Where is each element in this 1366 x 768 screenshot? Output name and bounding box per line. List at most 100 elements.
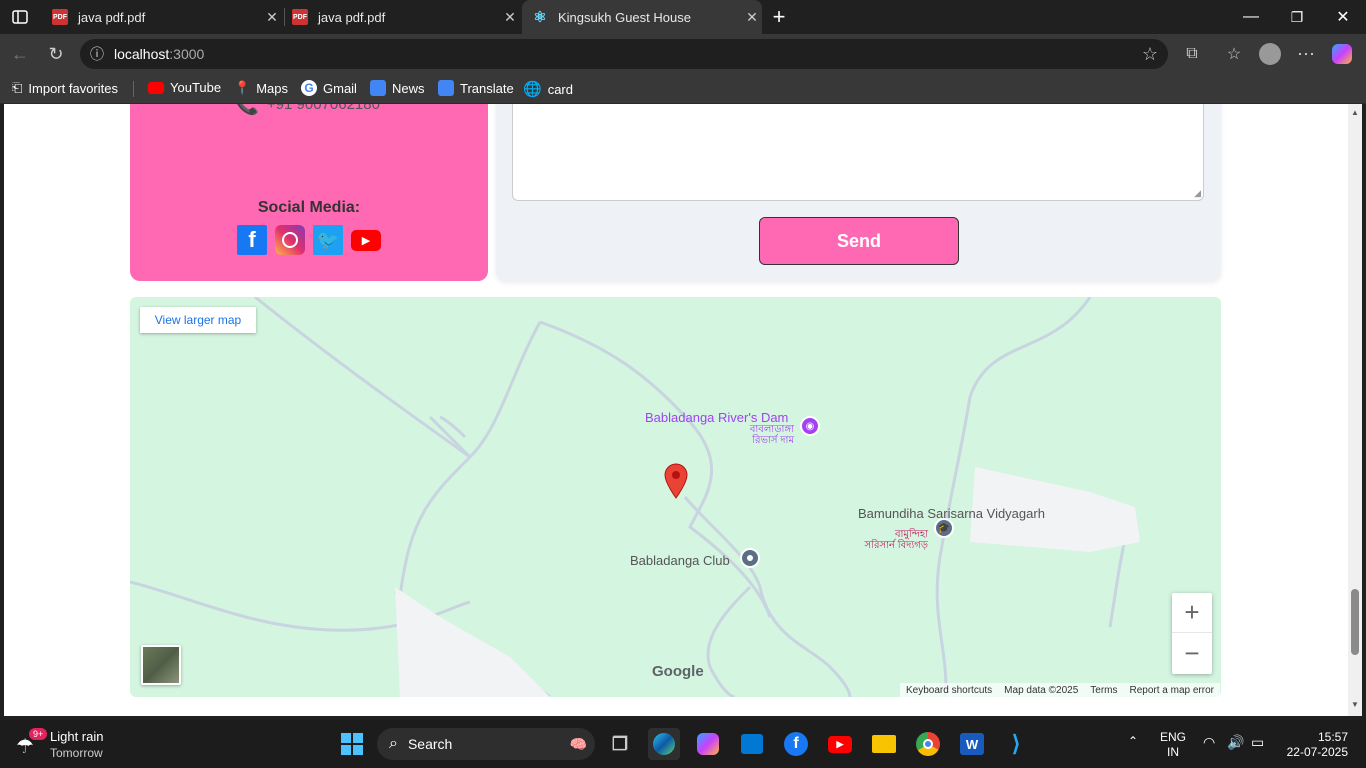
phone-icon: 📞 [234,104,259,116]
taskbar-search[interactable]: ⌕ Search 🧠 [377,728,595,760]
more-menu-icon[interactable]: ⋯ [1294,42,1318,66]
page-content: 📞 +91 9007062180 Social Media: f 🐦 ▶ ◢ S… [4,104,1348,716]
contact-form-card: ◢ Send [496,104,1221,281]
place-label-dam[interactable]: Babladanga River's Dam [645,410,788,425]
tab-title: java pdf.pdf [78,9,146,25]
bookmark-import-favorites[interactable]: ⎗ Import favorites [12,80,118,96]
zoom-in-button[interactable]: + [1172,593,1212,633]
google-map[interactable]: View larger map Babladanga River's Dam ব… [130,297,1221,697]
windows-start-icon[interactable] [336,728,368,760]
tab-actions-icon[interactable] [0,0,40,34]
bookmark-label: YouTube [170,80,222,95]
tab-kingsukh[interactable]: ⚛ Kingsukh Guest House ✕ [522,0,762,34]
camera-icon[interactable]: ◉ [800,416,820,436]
youtube-icon[interactable]: ▶ [351,225,381,255]
weather-widget[interactable]: ☂ 9+ Light rain Tomorrow [14,728,114,762]
phone-number: +91 9007062180 [266,104,380,113]
bookmark-label: Maps [256,80,288,96]
twitter-icon[interactable]: 🐦 [313,225,343,255]
weather-title: Light rain [50,729,104,744]
refresh-icon[interactable]: ↻ [44,42,68,66]
instagram-icon[interactable] [275,225,305,255]
translate-icon [438,80,454,96]
bookmark-news[interactable]: News [370,80,425,96]
contact-info-card: 📞 +91 9007062180 Social Media: f 🐦 ▶ [130,104,488,281]
terms-link[interactable]: Terms [1090,685,1117,696]
satellite-toggle[interactable] [141,645,181,685]
youtube-app-icon[interactable]: ▶ [824,728,856,760]
copilot-app-icon[interactable] [692,728,724,760]
tab-java-pdf-1[interactable]: PDF java pdf.pdf ✕ [42,2,282,32]
search-icon: ⌕ [389,735,398,752]
school-icon[interactable]: 🎓 [934,518,954,538]
bookmark-maps[interactable]: 📍 Maps [234,80,288,96]
react-icon: ⚛ [533,9,547,26]
phone-row: 📞 +91 9007062180 [234,104,380,117]
edge-icon[interactable] [648,728,680,760]
scroll-up-icon[interactable]: ▲ [1351,108,1359,117]
close-tab-icon[interactable]: ✕ [500,9,520,26]
bookmark-translate[interactable]: Translate [438,80,514,96]
volume-icon[interactable]: 🔊 [1227,734,1244,751]
bookmark-label: Import favorites [28,80,118,96]
chrome-icon[interactable] [912,728,944,760]
store-icon[interactable] [736,728,768,760]
favorites-icon[interactable]: ☆ [1222,42,1246,66]
facebook-app-icon[interactable]: f [780,728,812,760]
show-hidden-icons[interactable]: ⌃ [1128,734,1138,748]
message-textarea[interactable]: ◢ [512,104,1204,201]
back-icon[interactable]: ← [8,42,32,66]
report-map-error-link[interactable]: Report a map error [1130,685,1214,696]
page-scrollbar[interactable]: ▲ ▼ [1348,104,1362,716]
resize-handle-icon[interactable]: ◢ [1194,188,1201,199]
language-indicator[interactable]: ENG IN [1160,730,1186,760]
pdf-icon: PDF [52,9,68,25]
task-view-icon[interactable]: ❐ [604,728,636,760]
bookmark-gmail[interactable]: G Gmail [301,80,357,96]
site-info-icon[interactable]: ⓘ [90,44,104,64]
bookmark-youtube[interactable]: YouTube [148,80,221,95]
minimize-icon[interactable]: — [1228,0,1274,34]
place-label-school[interactable]: Bamundiha Sarisarna Vidyagarh [858,506,1045,522]
word-icon[interactable]: W [956,728,988,760]
close-tab-icon[interactable]: ✕ [262,9,282,26]
profile-avatar[interactable] [1258,42,1282,66]
close-window-icon[interactable]: ✕ [1320,0,1366,34]
social-heading: Social Media: [257,199,361,216]
copilot-icon[interactable] [1330,42,1354,66]
place-marker-icon[interactable] [740,548,760,568]
file-explorer-icon[interactable] [868,728,900,760]
address-bar: ← ↻ ⓘ localhost:3000 ☆ ⧉ ☆ ⋯ [0,34,1366,74]
url-field[interactable]: ⓘ localhost:3000 ☆ [80,39,1168,69]
view-larger-map-link[interactable]: View larger map [140,307,256,333]
google-logo: Google [652,663,704,680]
place-label-club[interactable]: Babladanga Club [630,553,730,568]
keyboard-shortcuts-link[interactable]: Keyboard shortcuts [906,685,992,696]
clock[interactable]: 15:57 22-07-2025 [1278,730,1348,760]
scroll-down-icon[interactable]: ▼ [1351,700,1359,709]
new-tab-icon[interactable]: + [758,0,800,34]
vscode-icon[interactable]: ⟩ [1000,728,1032,760]
globe-icon: 🌐 [523,81,542,98]
location-pin-icon[interactable] [664,463,688,499]
bookmark-label: News [392,80,425,96]
facebook-icon[interactable]: f [237,225,267,255]
bookmark-label: Gmail [323,80,357,96]
scrollbar-thumb[interactable] [1351,589,1359,655]
zoom-out-button[interactable]: − [1172,633,1212,673]
tab-java-pdf-2[interactable]: PDF java pdf.pdf ✕ [282,2,520,32]
send-button[interactable]: Send [759,217,959,265]
battery-icon[interactable]: ▭ [1251,734,1264,751]
social-icons: f 🐦 ▶ [237,225,381,255]
import-icon: ⎗ [12,80,23,95]
favorite-star-icon[interactable]: ☆ [1142,44,1158,65]
clock-time: 15:57 [1317,730,1348,744]
wifi-icon[interactable]: ◠ [1203,734,1215,751]
search-highlight-icon: 🧠 [569,735,587,752]
restore-icon[interactable]: ❐ [1274,0,1320,34]
tab-title: java pdf.pdf [318,9,386,25]
google-icon: G [301,80,317,96]
extensions-icon[interactable]: ⧉ [1180,42,1204,66]
map-attribution: Keyboard shortcuts Map data ©2025 Terms … [900,683,1220,697]
bookmark-card[interactable]: 🌐 card [523,80,573,98]
